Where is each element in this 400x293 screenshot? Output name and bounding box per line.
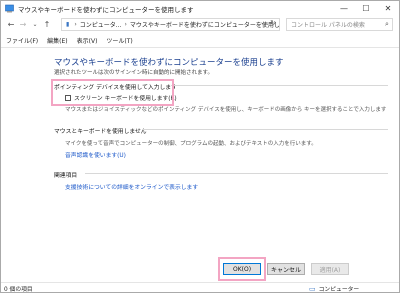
search-input[interactable]: コントロール パネルの検索 ⌕ — [286, 18, 393, 31]
address-field[interactable]: ▮ › コンピュータ... › マウスやキーボードを使わずにコンピューターを使用… — [61, 18, 280, 31]
breadcrumb-current[interactable]: マウスやキーボードを使わずにコンピューターを使用します — [130, 20, 279, 29]
back-arrow-icon[interactable]: ← — [5, 18, 17, 32]
chevron-down-icon[interactable]: ⌄ — [260, 19, 265, 26]
breadcrumb-root[interactable]: コンピュータ... — [80, 20, 122, 29]
title-bar: マウスやキーボードを使わずにコンピューターを使用します — ☐ ✕ — [1, 1, 399, 16]
menu-file[interactable]: ファイル(F) — [6, 36, 38, 45]
forward-arrow-icon[interactable]: → — [17, 18, 29, 32]
annotation-highlight-box — [51, 79, 174, 106]
maximize-button[interactable]: ☐ — [355, 1, 377, 16]
computer-icon: ▭ — [309, 284, 316, 293]
refresh-icon[interactable]: ↻ — [270, 19, 276, 27]
search-placeholder: コントロール パネルの検索 — [291, 22, 365, 29]
address-bar: ← → ⌄ ↑ ▮ › コンピュータ... › マウスやキーボードを使わずにコン… — [1, 16, 399, 33]
menu-edit[interactable]: 編集(E) — [47, 36, 67, 45]
page-title: マウスやキーボードを使わずにコンピューターを使用します — [54, 58, 284, 68]
minimize-button[interactable]: — — [333, 1, 355, 16]
search-icon[interactable]: ⌕ — [382, 20, 392, 29]
speech-group-header: マウスとキーボードを使用しません — [54, 129, 147, 135]
control-panel-window: マウスやキーボードを使わずにコンピューターを使用します — ☐ ✕ ← → ⌄ … — [0, 0, 400, 293]
speech-description: マイクを使って音声でコンピューターの制御、プログラムの起動、およびテキストの入力… — [65, 141, 317, 147]
page-subtitle: 選択されたツールは次のサインイン時に自動的に開始されます。 — [54, 70, 213, 76]
chevron-right-icon: › — [124, 21, 127, 28]
status-location: ▭ コンピューター — [309, 284, 359, 293]
status-location-label: コンピューター — [318, 287, 360, 293]
speech-recognition-link[interactable]: 音声認識を使います(U) — [65, 150, 126, 159]
menu-bar: ファイル(F) 編集(E) 表示(V) ツール(T) — [1, 34, 399, 46]
apply-button[interactable]: 適用(A) — [311, 263, 349, 275]
annotation-ok-highlight — [218, 257, 266, 281]
group-divider — [171, 85, 388, 86]
status-bar: 0 個の項目 ▭ コンピューター — [1, 282, 399, 293]
window-title: マウスやキーボードを使わずにコンピューターを使用します — [18, 5, 194, 14]
item-count: 0 個の項目 — [4, 286, 33, 293]
recent-dropdown-icon[interactable]: ⌄ — [29, 18, 41, 32]
window-controls: — ☐ ✕ — [333, 1, 399, 16]
pointing-description: マウスまたはジョイスティックなどのポインティング デバイスを使用し、キーボードの… — [65, 107, 387, 113]
menu-view[interactable]: 表示(V) — [77, 36, 98, 45]
cancel-button[interactable]: キャンセル — [267, 263, 305, 275]
chevron-right-icon: › — [74, 21, 77, 28]
assistive-tech-link[interactable]: 支援技術についての詳細をオンラインで表示します — [65, 182, 198, 191]
related-group-header: 関連項目 — [54, 173, 78, 179]
up-arrow-icon[interactable]: ↑ — [41, 18, 53, 32]
close-button[interactable]: ✕ — [377, 1, 399, 16]
ease-of-access-icon — [5, 4, 14, 13]
menu-tools[interactable]: ツール(T) — [106, 36, 132, 45]
group-divider — [85, 173, 388, 174]
group-divider — [143, 129, 388, 130]
folder-icon: ▮ — [66, 21, 70, 28]
